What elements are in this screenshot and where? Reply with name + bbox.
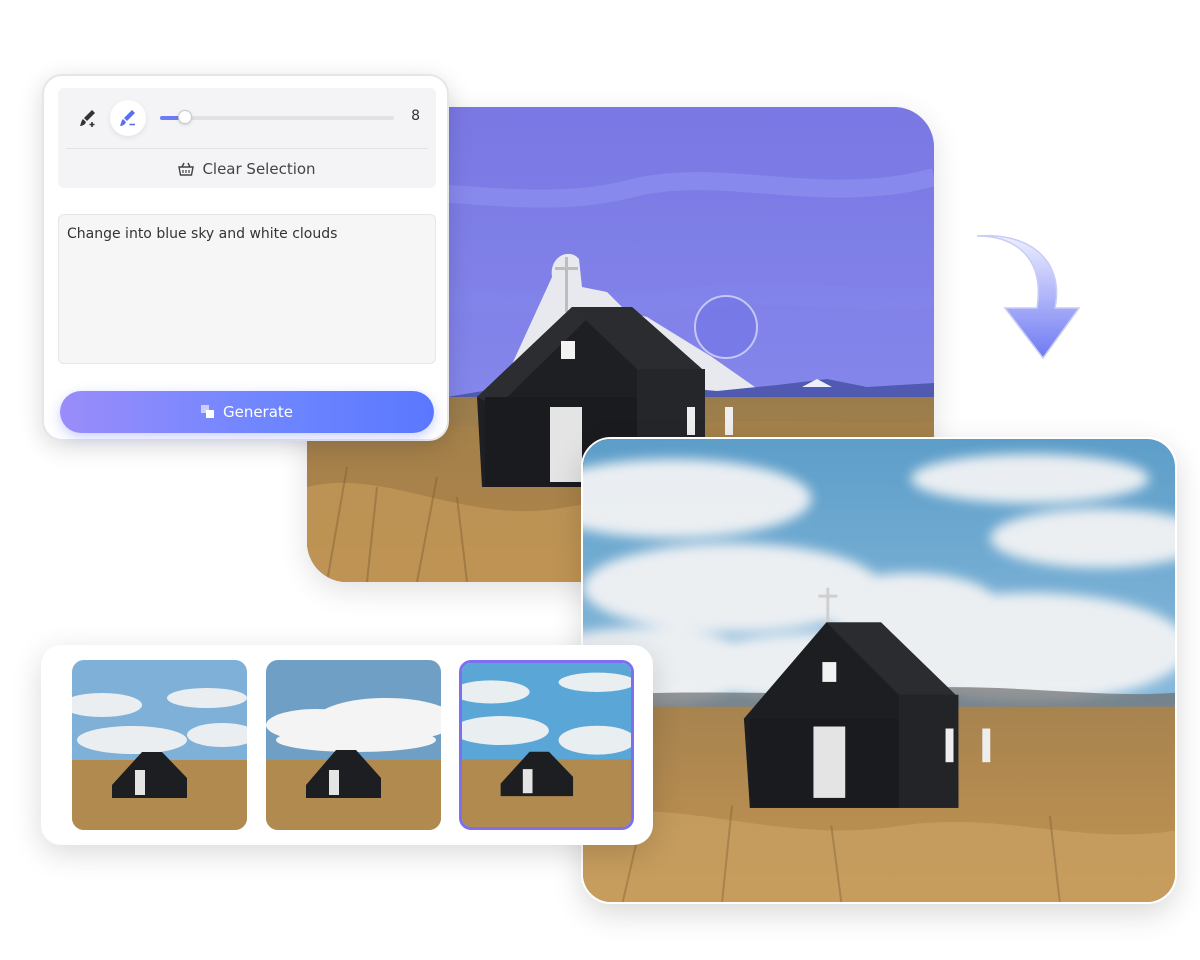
brush-size-fill	[160, 116, 179, 120]
brush-add-button[interactable]	[70, 100, 106, 136]
brush-size-value: 8	[411, 108, 420, 124]
thumbnail-image	[462, 663, 631, 827]
clear-selection-label: Clear Selection	[202, 160, 316, 178]
thumbnail-strip	[41, 645, 653, 845]
divider	[66, 148, 428, 149]
generate-button[interactable]: Generate	[60, 391, 434, 433]
clear-selection-button[interactable]: Clear Selection	[58, 154, 436, 184]
brush-add-icon	[80, 110, 95, 127]
brush-settings: 8 Clear Selection	[58, 88, 436, 188]
brush-size-thumb[interactable]	[178, 110, 192, 124]
generate-label: Generate	[222, 403, 294, 421]
prompt-input[interactable]: Change into blue sky and white clouds	[58, 214, 436, 364]
edit-panel: 8 Clear Selection Change into blue sky a…	[42, 74, 449, 441]
thumbnail-image	[72, 660, 247, 830]
curved-arrow-icon	[976, 234, 1081, 360]
brush-size-slider[interactable]	[160, 110, 394, 124]
thumbnail-image	[266, 660, 441, 830]
brush-erase-button[interactable]	[110, 100, 146, 136]
result-image[interactable]	[581, 437, 1177, 904]
basket-icon	[178, 162, 195, 176]
brush-erase-icon	[120, 110, 135, 126]
generate-icon	[200, 405, 214, 418]
result-thumbnail-2[interactable]	[266, 660, 441, 830]
result-thumbnail-1[interactable]	[72, 660, 247, 830]
result-thumbnail-3[interactable]	[459, 660, 634, 830]
result-image-graphic	[583, 439, 1175, 902]
